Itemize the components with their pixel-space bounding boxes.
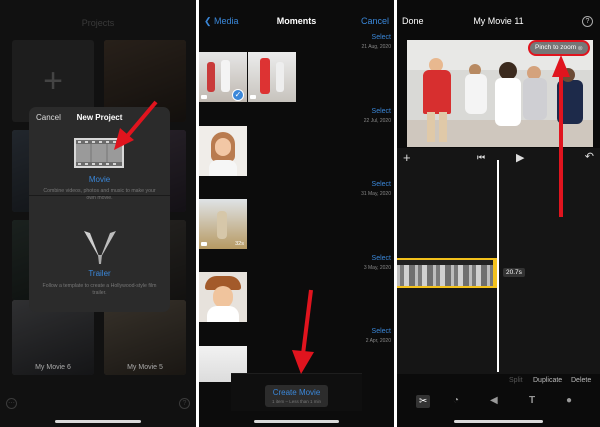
section-date: 2 Apr, 2020 [365, 338, 391, 344]
pointer-arrow [292, 289, 314, 374]
delete-button[interactable]: Delete [571, 377, 591, 384]
movie-label: Movie [88, 175, 111, 184]
duplicate-button[interactable]: Duplicate [533, 377, 562, 384]
pinch-hint-text: Pinch to zoom [535, 44, 577, 51]
scissors-icon[interactable]: ✂ [416, 395, 431, 408]
select-button[interactable]: Select [372, 108, 391, 115]
select-button[interactable]: Select [372, 34, 391, 41]
editor-screen: Done My Movie 11 ? Pinch to zoom ⊗ + ⏮ ▶… [397, 0, 600, 427]
pinch-to-zoom-hint[interactable]: Pinch to zoom ⊗ [528, 40, 590, 56]
video-clip[interactable] [397, 258, 499, 288]
playhead[interactable] [497, 160, 499, 372]
text-icon[interactable]: T [529, 395, 535, 406]
filters-icon[interactable]: ● [566, 395, 572, 406]
pointer-arrow [114, 100, 158, 150]
cancel-button[interactable]: Cancel [361, 16, 389, 26]
volume-icon[interactable]: ◀ [490, 395, 498, 406]
select-button[interactable]: Select [372, 255, 391, 262]
close-icon[interactable]: ⊗ [578, 44, 583, 52]
home-indicator [453, 420, 544, 423]
add-media-icon[interactable]: + [403, 150, 411, 165]
trailer-option[interactable]: Trailer Follow a template to create a Ho… [29, 217, 170, 307]
create-movie-label: Create Movie [272, 388, 321, 397]
media-thumbnail[interactable]: 32s [199, 199, 247, 249]
divider [29, 195, 170, 196]
video-icon [201, 95, 207, 99]
section-date: 22 Jul, 2020 [363, 118, 391, 124]
projects-title: Projects [81, 18, 115, 28]
create-movie-bar: Create Movie 1 item – Less than 1 min [231, 373, 362, 411]
trailer-description: Follow a template to create a Hollywood-… [42, 283, 157, 296]
undo-icon[interactable]: ↶ [585, 150, 594, 163]
project-title: My Movie 6 [35, 364, 71, 371]
checkmark-icon: ✓ [232, 89, 244, 101]
select-button[interactable]: Select [372, 181, 391, 188]
media-thumbnail[interactable] [248, 52, 296, 102]
section-date: 31 May, 2020 [361, 191, 391, 197]
select-button[interactable]: Select [372, 328, 391, 335]
project-title: My Movie 5 [127, 364, 163, 371]
home-indicator [253, 420, 340, 423]
editor-toolbar: ✂ ◔ ◀ T ● [397, 393, 600, 413]
create-movie-subtitle: 1 item – Less than 1 min [271, 399, 322, 404]
home-indicator [54, 420, 142, 423]
projects-screen: Projects + My Movie 6 My Movie 5 ⋯ ? Can… [0, 0, 196, 427]
pointer-arrow [552, 55, 570, 217]
settings-icon[interactable]: ⋯ [6, 398, 17, 409]
skip-back-icon[interactable]: ⏮ [477, 152, 485, 163]
help-icon[interactable]: ? [582, 16, 593, 27]
help-icon[interactable]: ? [179, 398, 190, 409]
trailer-label: Trailer [88, 269, 111, 278]
moments-screen: ❮ Media Moments Cancel Select 21 Aug, 20… [199, 0, 394, 427]
media-thumbnail[interactable] [199, 272, 247, 322]
speedometer-icon[interactable]: ◔ [453, 395, 459, 406]
create-movie-button[interactable]: Create Movie 1 item – Less than 1 min [265, 385, 328, 407]
split-button[interactable]: Split [509, 377, 523, 384]
clip-length-badge: 20.7s [503, 268, 525, 277]
video-icon [250, 95, 256, 99]
section-date: 21 Aug, 2020 [361, 44, 391, 50]
project-title: My Movie 11 [473, 16, 524, 26]
play-icon[interactable]: ▶ [516, 151, 524, 164]
clapper-icon [81, 229, 119, 265]
clip-duration: 32s [235, 241, 244, 247]
section-date: 3 May, 2020 [363, 265, 391, 271]
video-icon [201, 242, 207, 246]
media-thumbnail[interactable] [199, 126, 247, 176]
